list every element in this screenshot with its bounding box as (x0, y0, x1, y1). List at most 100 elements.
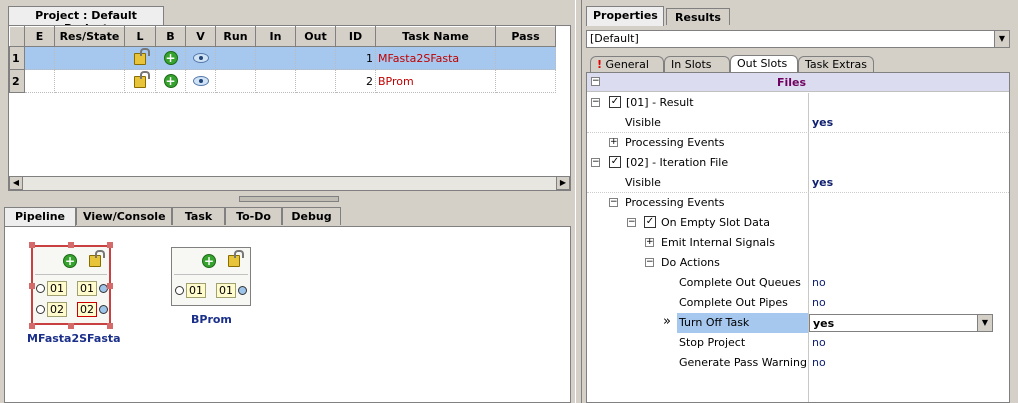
node-label[interactable]: BProm (191, 313, 232, 326)
property-row-complete-out-queues[interactable]: Complete Out Queues no (587, 273, 1009, 293)
tab-debug[interactable]: Debug (282, 207, 341, 225)
eye-icon[interactable] (192, 75, 209, 86)
pipeline-node-mfasta2sfasta[interactable]: + 01 02 01 02 (31, 245, 111, 325)
col-header-id[interactable]: ID (335, 26, 376, 47)
output-port[interactable] (99, 305, 108, 314)
property-row-emit-internal-signals[interactable]: + Emit Internal Signals (587, 233, 1009, 253)
property-row-result[interactable]: − ✓ [01] - Result (587, 93, 1009, 113)
chevron-down-icon[interactable]: ▼ (977, 315, 992, 331)
resize-handle[interactable] (29, 323, 35, 329)
cell-run[interactable] (215, 69, 256, 93)
property-value[interactable]: no (812, 296, 826, 309)
table-row[interactable]: 2 + 2 BProm (9, 69, 556, 93)
collapse-icon[interactable]: − (591, 77, 600, 86)
property-row-processing-events[interactable]: − Processing Events (587, 193, 1009, 213)
collapse-icon[interactable]: − (609, 198, 618, 207)
expand-icon[interactable]: + (645, 238, 654, 247)
cell-res-state[interactable] (54, 46, 125, 70)
cell-in[interactable] (255, 46, 296, 70)
col-header-b[interactable]: B (155, 26, 186, 47)
splitter-handle[interactable] (239, 196, 339, 202)
property-row-complete-out-pipes[interactable]: Complete Out Pipes no (587, 293, 1009, 313)
input-slot[interactable]: 01 (186, 283, 206, 298)
property-value[interactable]: yes (812, 176, 833, 189)
cell-b[interactable]: + (155, 46, 186, 70)
cell-run[interactable] (215, 46, 256, 70)
cell-e[interactable] (24, 46, 55, 70)
add-icon[interactable]: + (163, 74, 178, 88)
cell-id[interactable]: 2 (335, 69, 376, 93)
col-header-in[interactable]: In (255, 26, 296, 47)
tab-task-extras[interactable]: Task Extras (798, 56, 874, 72)
cell-out[interactable] (295, 46, 336, 70)
eye-icon[interactable] (192, 52, 209, 63)
turn-off-task-select[interactable]: yes ▼ (809, 314, 993, 332)
cell-out[interactable] (295, 69, 336, 93)
col-header-v[interactable]: V (185, 26, 216, 47)
cell-task-name[interactable]: MFasta2SFasta (375, 46, 496, 70)
input-slot[interactable]: 01 (47, 281, 67, 296)
input-slot[interactable]: 02 (47, 302, 67, 317)
property-row-on-empty-slot-data[interactable]: − ✓ On Empty Slot Data (587, 213, 1009, 233)
cell-pass[interactable] (495, 69, 556, 93)
tab-properties[interactable]: Properties (586, 6, 664, 26)
cell-pass[interactable] (495, 46, 556, 70)
row-number[interactable]: 1 (9, 46, 25, 70)
scroll-left-icon[interactable]: ◀ (9, 176, 23, 190)
input-port[interactable] (36, 305, 45, 314)
add-icon[interactable]: + (163, 51, 178, 65)
scroll-right-icon[interactable]: ▶ (556, 176, 570, 190)
tab-out-slots[interactable]: Out Slots (730, 55, 798, 72)
cell-v[interactable] (185, 46, 216, 70)
iteration-file-checkbox[interactable]: ✓ (609, 156, 621, 168)
col-header-task-name[interactable]: Task Name (375, 26, 496, 47)
property-row-iteration-file[interactable]: − ✓ [02] - Iteration File (587, 153, 1009, 173)
result-checkbox[interactable]: ✓ (609, 96, 621, 108)
panel-splitter[interactable] (575, 0, 582, 403)
cell-e[interactable] (24, 69, 55, 93)
property-row-processing-events[interactable]: + Processing Events (587, 133, 1009, 153)
lock-icon[interactable] (134, 47, 150, 65)
tab-pipeline[interactable]: Pipeline (4, 207, 76, 226)
output-port[interactable] (238, 286, 247, 295)
col-header-run[interactable]: Run (215, 26, 256, 47)
pipeline-node-bprom[interactable]: + 01 01 (171, 247, 251, 306)
col-header-e[interactable]: E (24, 26, 55, 47)
add-icon[interactable]: + (202, 254, 216, 268)
output-slot[interactable]: 01 (77, 281, 97, 296)
collapse-icon[interactable]: − (627, 218, 636, 227)
property-row-generate-pass-warning[interactable]: Generate Pass Warning no (587, 353, 1009, 373)
row-number[interactable]: 2 (9, 69, 25, 93)
collapse-icon[interactable]: − (591, 158, 600, 167)
pipeline-canvas[interactable]: + 01 02 01 02 MFasta2SFasta + 01 01 BPro… (4, 226, 571, 403)
resize-handle[interactable] (107, 242, 113, 248)
cell-res-state[interactable] (54, 69, 125, 93)
node-label[interactable]: MFasta2SFasta (27, 332, 121, 345)
input-port[interactable] (36, 284, 45, 293)
output-slot[interactable]: 01 (216, 283, 236, 298)
resize-handle[interactable] (107, 283, 113, 289)
cell-l[interactable] (124, 69, 156, 93)
collapse-icon[interactable]: − (591, 98, 600, 107)
lock-icon[interactable] (89, 250, 105, 267)
property-row-visible[interactable]: Visible yes (587, 173, 1009, 193)
property-row-turn-off-task[interactable]: » Turn Off Task yes ▼ (587, 313, 1009, 333)
resize-handle[interactable] (68, 242, 74, 248)
collapse-icon[interactable]: − (645, 258, 654, 267)
cell-l[interactable] (124, 46, 156, 70)
input-port[interactable] (175, 286, 184, 295)
col-header-l[interactable]: L (124, 26, 156, 47)
tab-project[interactable]: Project : Default Project (8, 6, 164, 35)
resize-handle[interactable] (29, 283, 35, 289)
property-value[interactable]: no (812, 336, 826, 349)
property-value[interactable]: no (812, 276, 826, 289)
expand-icon[interactable]: + (609, 138, 618, 147)
property-row-stop-project[interactable]: Stop Project no (587, 333, 1009, 353)
lock-icon[interactable] (134, 70, 150, 88)
tab-general[interactable]: ! General (590, 56, 664, 72)
chevron-down-icon[interactable]: ▼ (994, 31, 1009, 47)
tab-view-console[interactable]: View/Console (76, 207, 172, 225)
tab-to-do[interactable]: To-Do (225, 207, 282, 225)
tab-task[interactable]: Task (172, 207, 225, 225)
on-empty-slot-data-checkbox[interactable]: ✓ (644, 216, 656, 228)
